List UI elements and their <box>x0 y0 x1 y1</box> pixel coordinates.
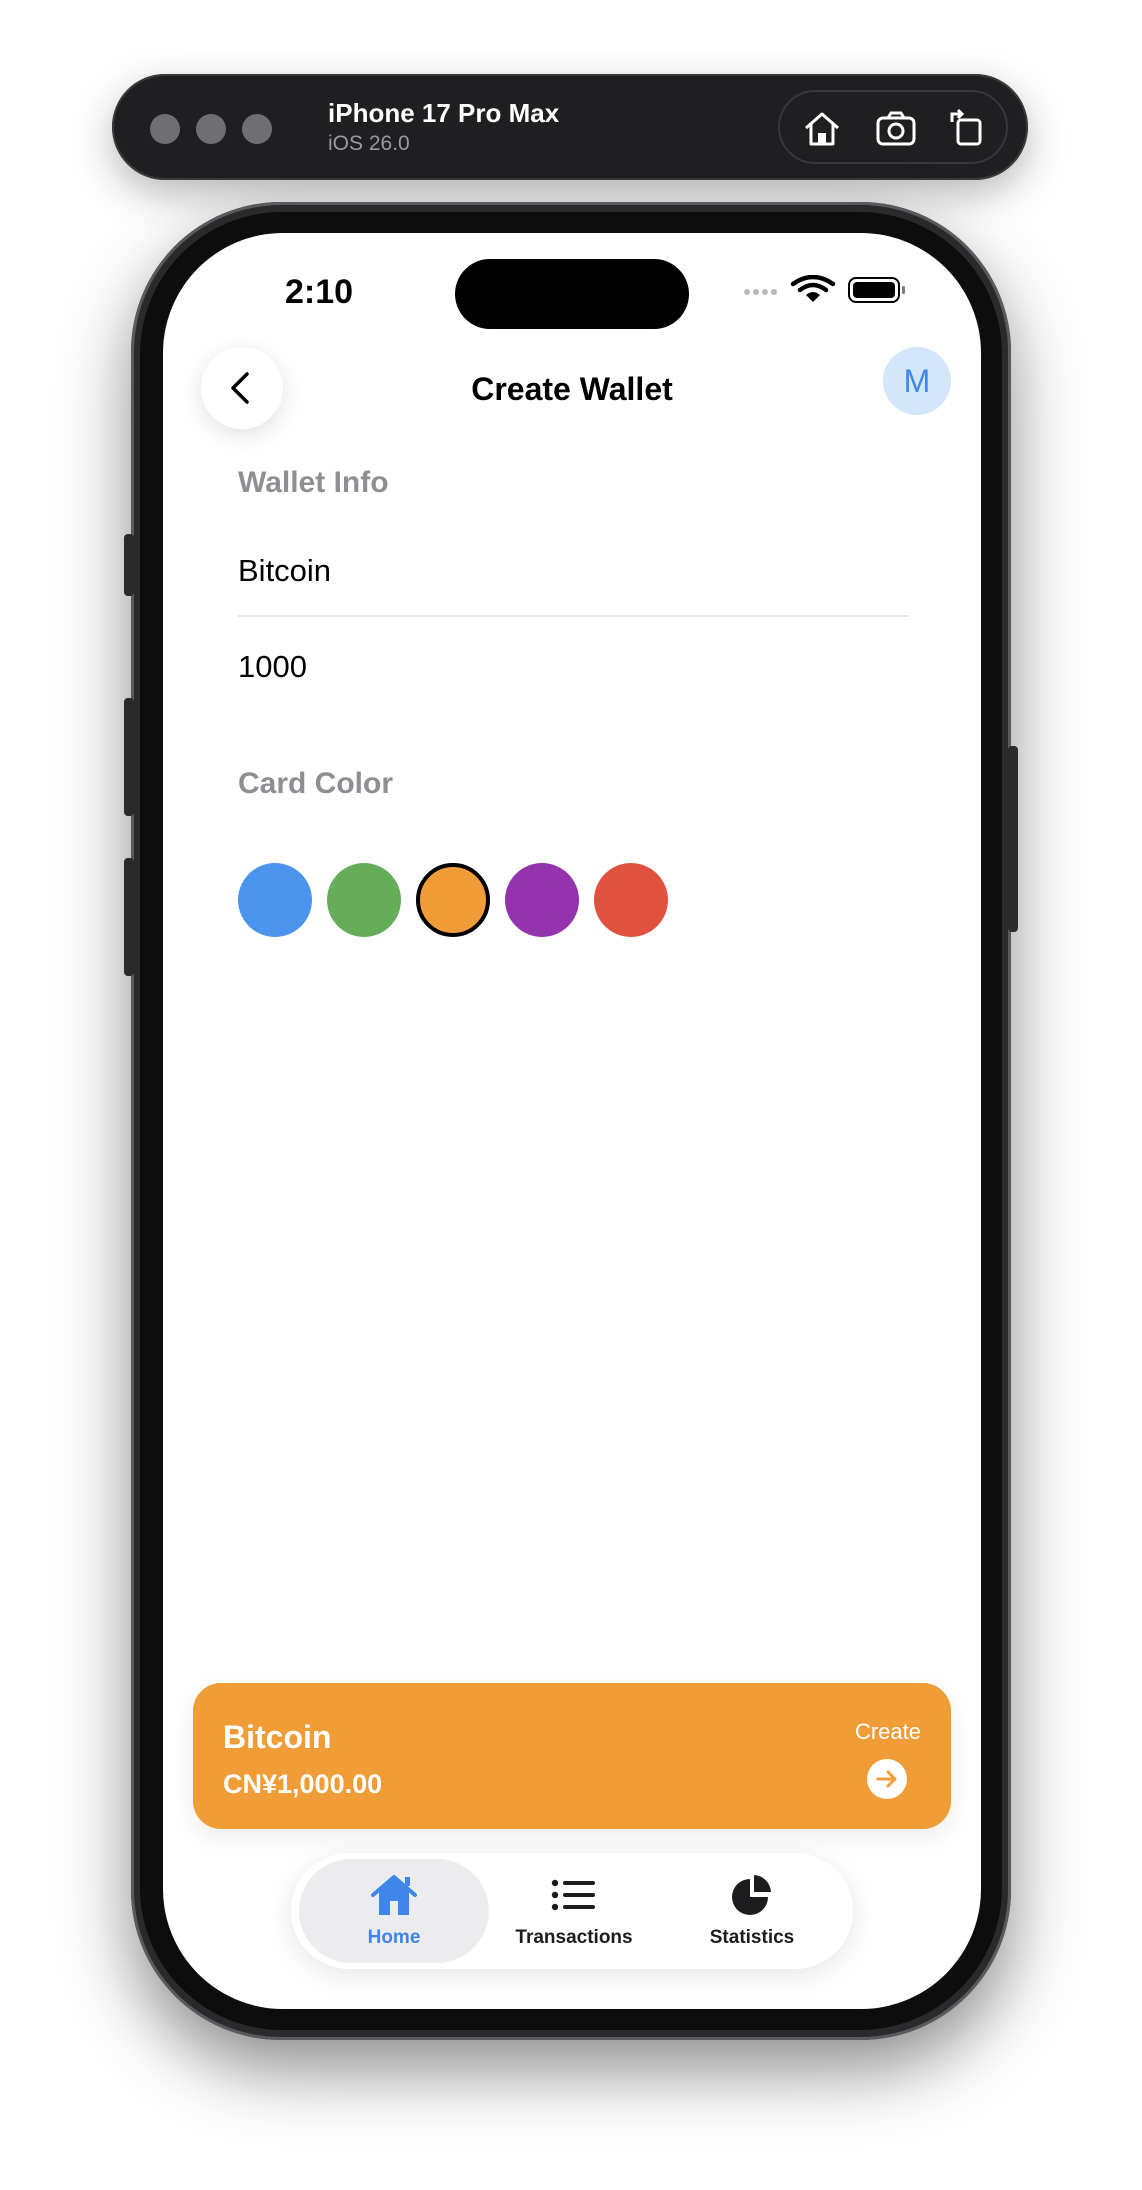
volume-up-button <box>124 698 134 816</box>
dynamic-island <box>455 259 689 329</box>
tab-home[interactable]: Home <box>299 1859 489 1963</box>
simulator-toolbar: iPhone 17 Pro Max iOS 26.0 <box>112 74 1028 180</box>
simulator-device-name: iPhone 17 Pro Max <box>328 98 560 128</box>
simulator-os-version: iOS 26.0 <box>328 132 410 155</box>
create-button[interactable] <box>867 1759 907 1799</box>
home-icon <box>371 1875 417 1915</box>
tab-transactions-label: Transactions <box>515 1927 633 1948</box>
wallet-name-input[interactable]: Bitcoin <box>238 553 331 589</box>
balance-input[interactable]: 1000 <box>238 649 307 685</box>
battery-icon <box>848 277 905 303</box>
tab-home-label: Home <box>367 1927 421 1948</box>
wallet-info-label: Wallet Info <box>238 466 389 499</box>
cellular-signal-icon <box>744 289 777 295</box>
wallet-preview-card[interactable]: Bitcoin CN¥1,000.00 Create <box>193 1683 951 1829</box>
simulator-tools <box>778 90 1008 164</box>
avatar[interactable]: M <box>883 347 951 415</box>
list-icon <box>551 1879 595 1911</box>
screenshot-icon[interactable] <box>874 106 918 150</box>
card-balance: CN¥1,000.00 <box>223 1769 383 1799</box>
status-time: 2:10 <box>285 273 354 311</box>
status-icons <box>744 275 905 303</box>
color-swatch[interactable] <box>238 863 312 937</box>
window-close-button[interactable] <box>150 114 180 144</box>
tab-transactions[interactable]: Transactions <box>489 1859 659 1963</box>
field-divider <box>238 615 908 617</box>
card-wallet-name: Bitcoin <box>223 1719 332 1755</box>
color-swatch[interactable] <box>327 863 401 937</box>
volume-down-button <box>124 858 134 976</box>
window-minimize-button[interactable] <box>196 114 226 144</box>
card-create-label: Create <box>854 1719 921 1744</box>
wifi-icon <box>790 275 836 302</box>
arrow-right-icon <box>876 1770 897 1788</box>
pie-chart-icon <box>732 1875 771 1915</box>
phone-screen: 2:10 Create Wallet M Wallet Info Bitcoin… <box>163 233 981 2009</box>
tab-statistics[interactable]: Statistics <box>659 1859 845 1963</box>
color-swatch[interactable] <box>416 863 490 937</box>
action-button <box>124 534 134 596</box>
page-title: Create Wallet <box>471 371 673 407</box>
home-icon[interactable] <box>800 106 844 150</box>
card-color-label: Card Color <box>238 767 394 800</box>
tab-statistics-label: Statistics <box>709 1927 795 1948</box>
tab-bar: Home Transactions Statistics <box>291 1853 853 1969</box>
color-swatch[interactable] <box>594 863 668 937</box>
rotate-icon[interactable] <box>944 106 988 150</box>
power-button <box>1008 746 1018 932</box>
color-swatch[interactable] <box>505 863 579 937</box>
window-zoom-button[interactable] <box>242 114 272 144</box>
